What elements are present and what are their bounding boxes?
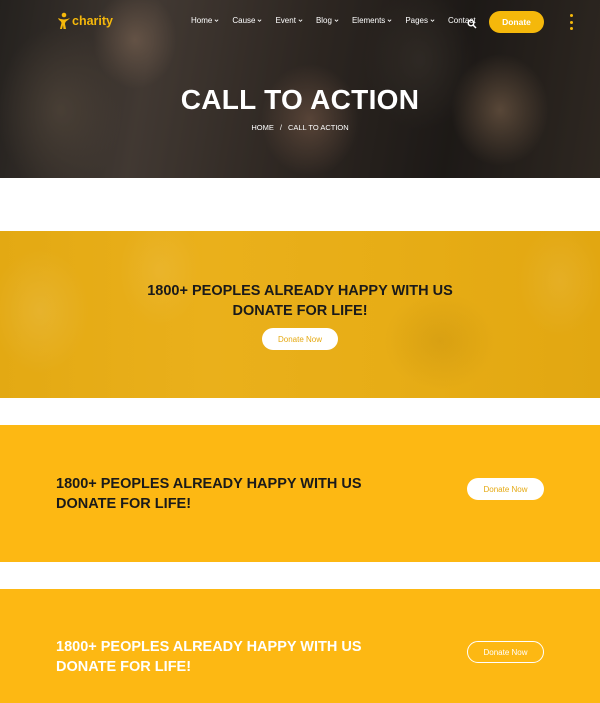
nav-item-pages[interactable]: Pages — [405, 16, 435, 25]
kebab-menu-icon[interactable] — [569, 14, 574, 30]
top-navbar: charity Home Cause Event Blog Elements P… — [0, 0, 600, 44]
cta-heading-line1: 1800+ PEOPLES ALREADY HAPPY WITH US — [147, 283, 453, 299]
chevron-down-icon — [258, 19, 262, 22]
chevron-down-icon — [387, 19, 392, 22]
cta-heading: 1800+ PEOPLES ALREADY HAPPY WITH US DONA… — [56, 637, 362, 677]
site-logo[interactable]: charity — [57, 12, 113, 30]
nav-item-cause[interactable]: Cause — [232, 16, 262, 25]
cta-heading: 1800+ PEOPLES ALREADY HAPPY WITH US DONA… — [56, 474, 362, 514]
nav-item-label: Event — [275, 16, 296, 25]
kebab-dot — [570, 14, 573, 17]
chevron-down-icon — [334, 19, 339, 22]
kebab-dot — [570, 20, 573, 24]
nav-item-label: Cause — [232, 16, 256, 25]
cta-heading: 1800+ PEOPLES ALREADY HAPPY WITH US DONA… — [0, 281, 600, 321]
kebab-dot — [570, 27, 573, 30]
cta-heading-line1: 1800+ PEOPLES ALREADY HAPPY WITH US — [56, 476, 362, 492]
nav-item-label: Blog — [315, 16, 332, 25]
logo-person-icon — [57, 12, 71, 30]
page-title: CALL TO ACTION — [180, 84, 420, 115]
page-hero: charity Home Cause Event Blog Elements P… — [0, 0, 600, 178]
cta-section-solid: 1800+ PEOPLES ALREADY HAPPY WITH US DONA… — [0, 425, 600, 562]
nav-item-home[interactable]: Home — [191, 16, 219, 25]
cta-heading-line2: DONATE FOR LIFE! — [232, 303, 368, 319]
breadcrumb-separator: / — [279, 123, 282, 132]
nav-item-label: Elements — [351, 16, 386, 25]
logo-text: charity — [72, 14, 113, 28]
chevron-down-icon — [298, 19, 303, 22]
donate-now-button[interactable]: Donate Now — [467, 478, 544, 500]
donate-now-button[interactable]: Donate Now — [262, 328, 338, 350]
cta-section-image: 1800+ PEOPLES ALREADY HAPPY WITH US DONA… — [0, 231, 600, 398]
main-menu: Home Cause Event Blog Elements Pages Con… — [191, 16, 489, 25]
nav-item-blog[interactable]: Blog — [316, 16, 339, 25]
nav-item-elements[interactable]: Elements — [352, 16, 392, 25]
breadcrumb: HOME / CALL TO ACTION — [0, 123, 600, 132]
cta-section-outline: 1800+ PEOPLES ALREADY HAPPY WITH US DONA… — [0, 589, 600, 703]
search-icon[interactable] — [467, 16, 477, 29]
nav-item-label: Home — [191, 16, 213, 25]
chevron-down-icon — [214, 19, 219, 22]
chevron-down-icon — [430, 19, 435, 22]
nav-item-label: Pages — [405, 16, 428, 25]
cta-heading-line2: DONATE FOR LIFE! — [56, 659, 192, 675]
cta-heading-line2: DONATE FOR LIFE! — [56, 496, 192, 512]
cta-heading-line1: 1800+ PEOPLES ALREADY HAPPY WITH US — [56, 639, 362, 655]
donate-now-outline-button[interactable]: Donate Now — [467, 641, 544, 663]
breadcrumb-current: CALL TO ACTION — [287, 123, 349, 132]
breadcrumb-home[interactable]: HOME — [251, 123, 274, 132]
header-donate-button[interactable]: Donate — [489, 11, 544, 33]
nav-item-event[interactable]: Event — [275, 16, 303, 25]
